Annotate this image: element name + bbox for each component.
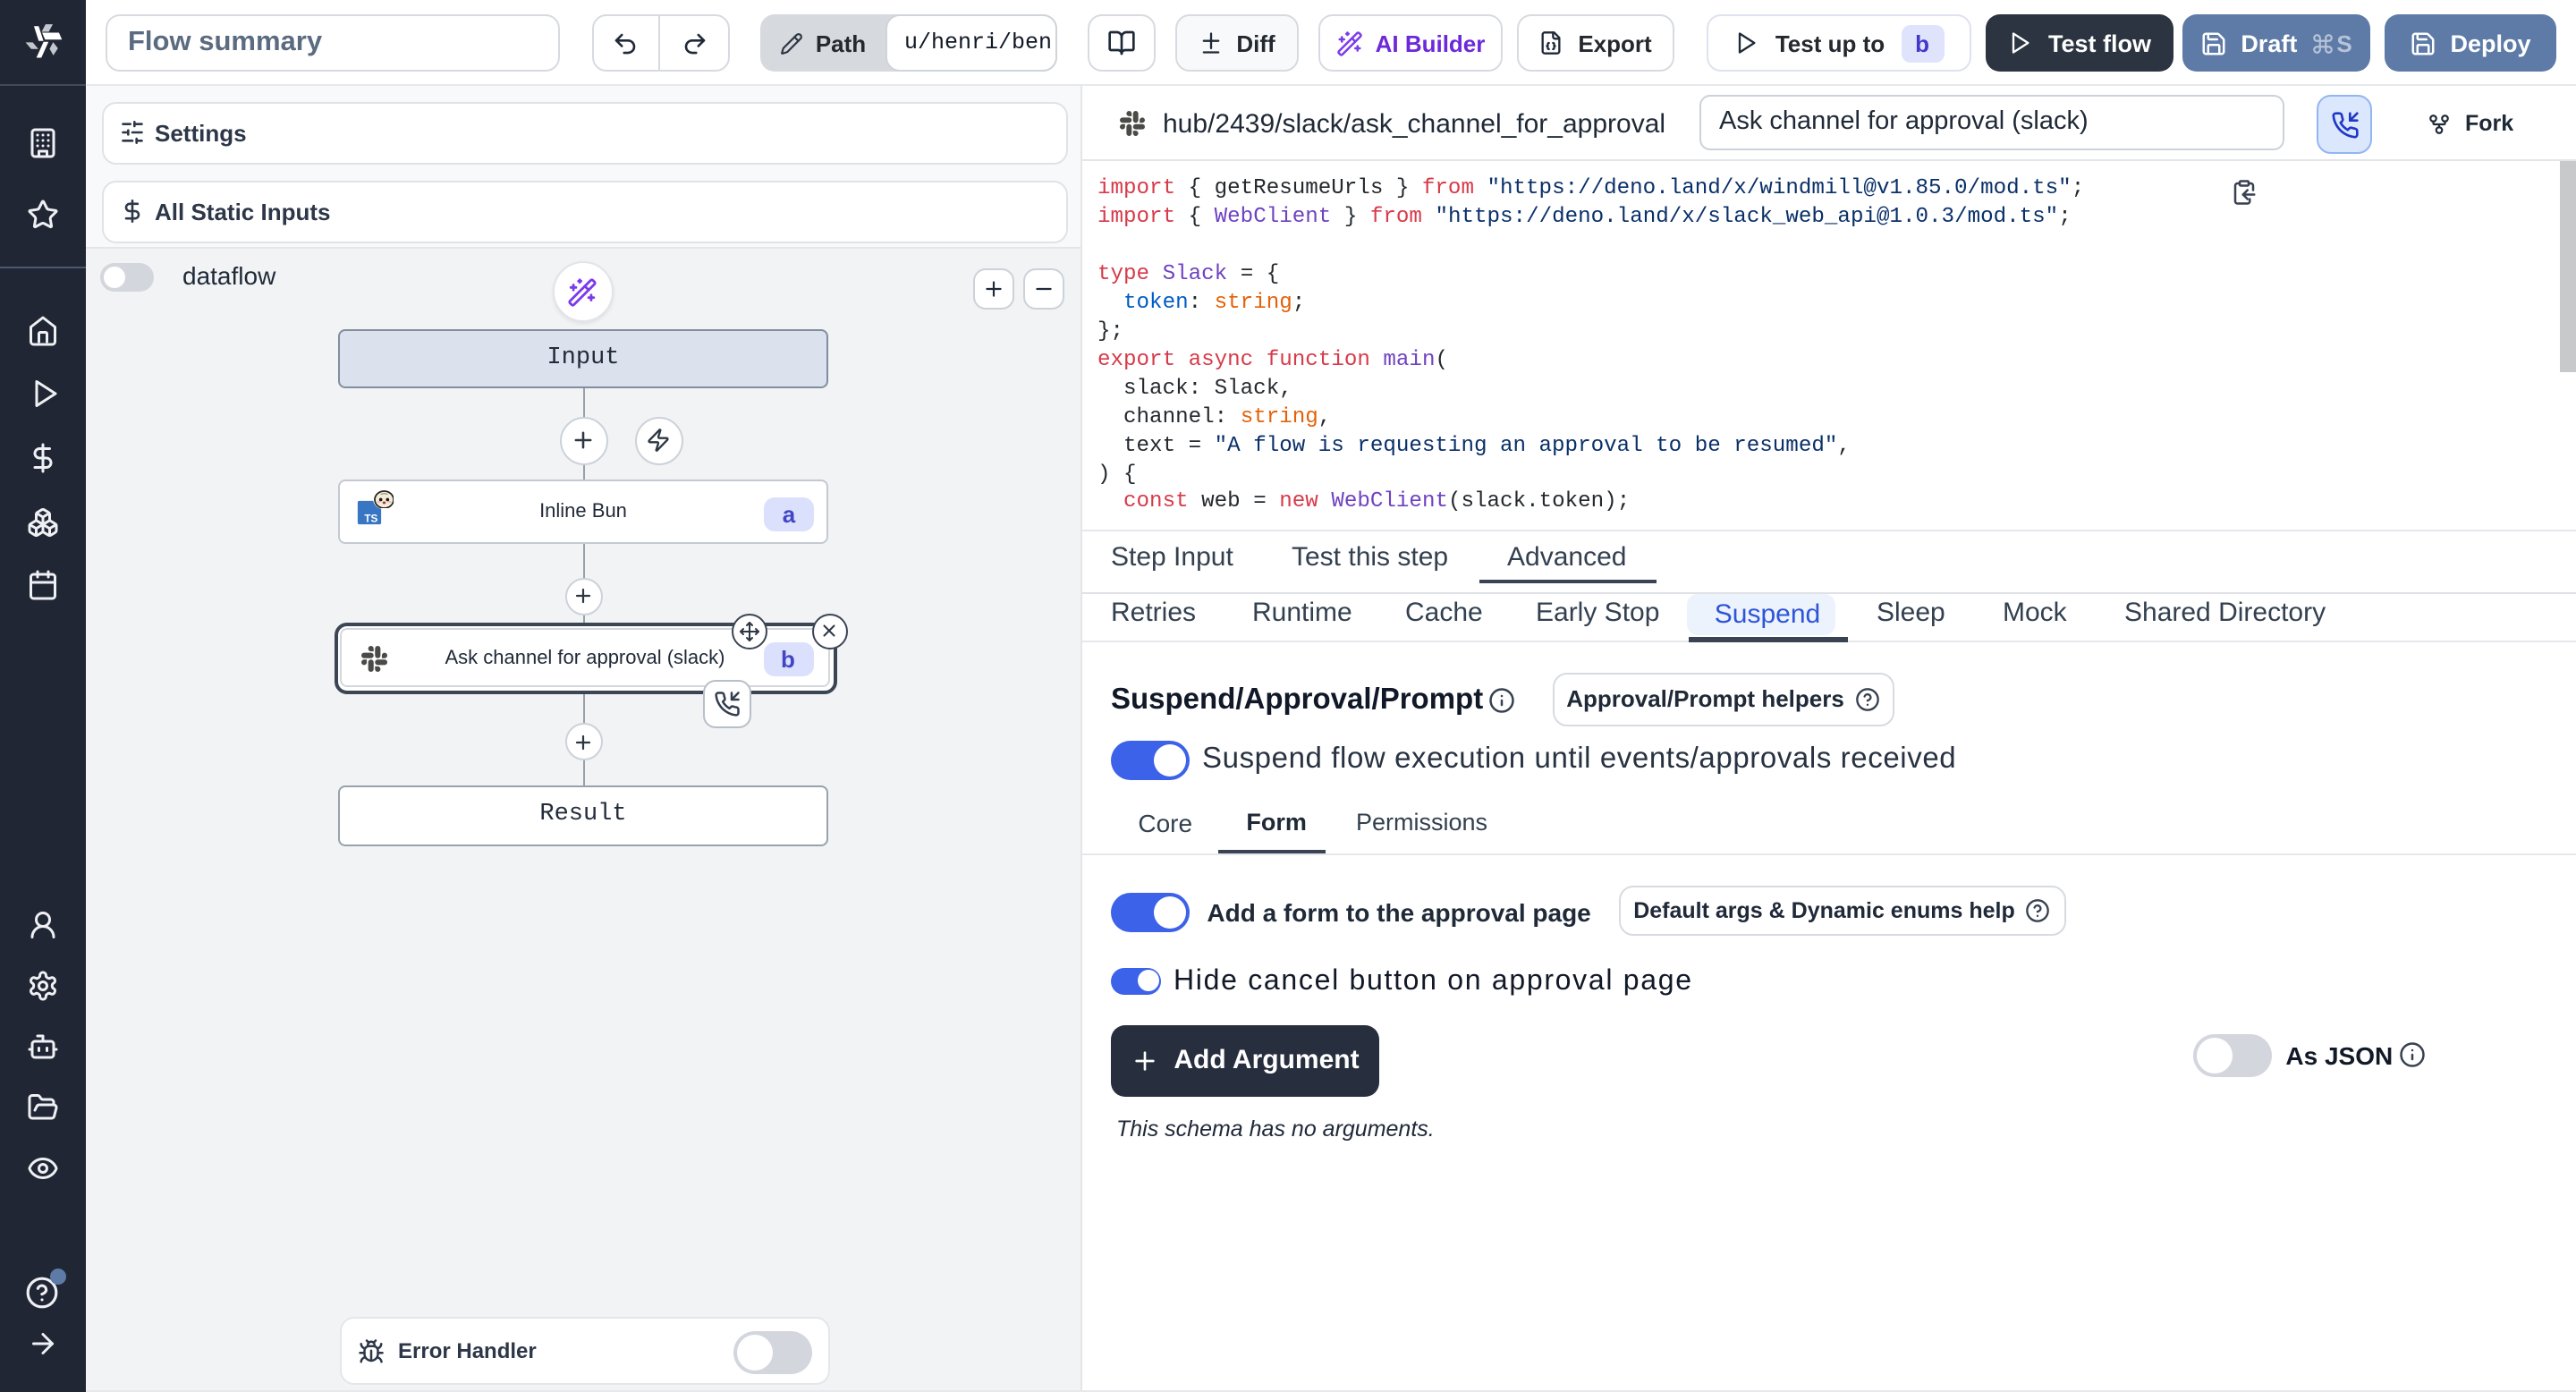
svg-text:TS: TS <box>364 512 377 523</box>
